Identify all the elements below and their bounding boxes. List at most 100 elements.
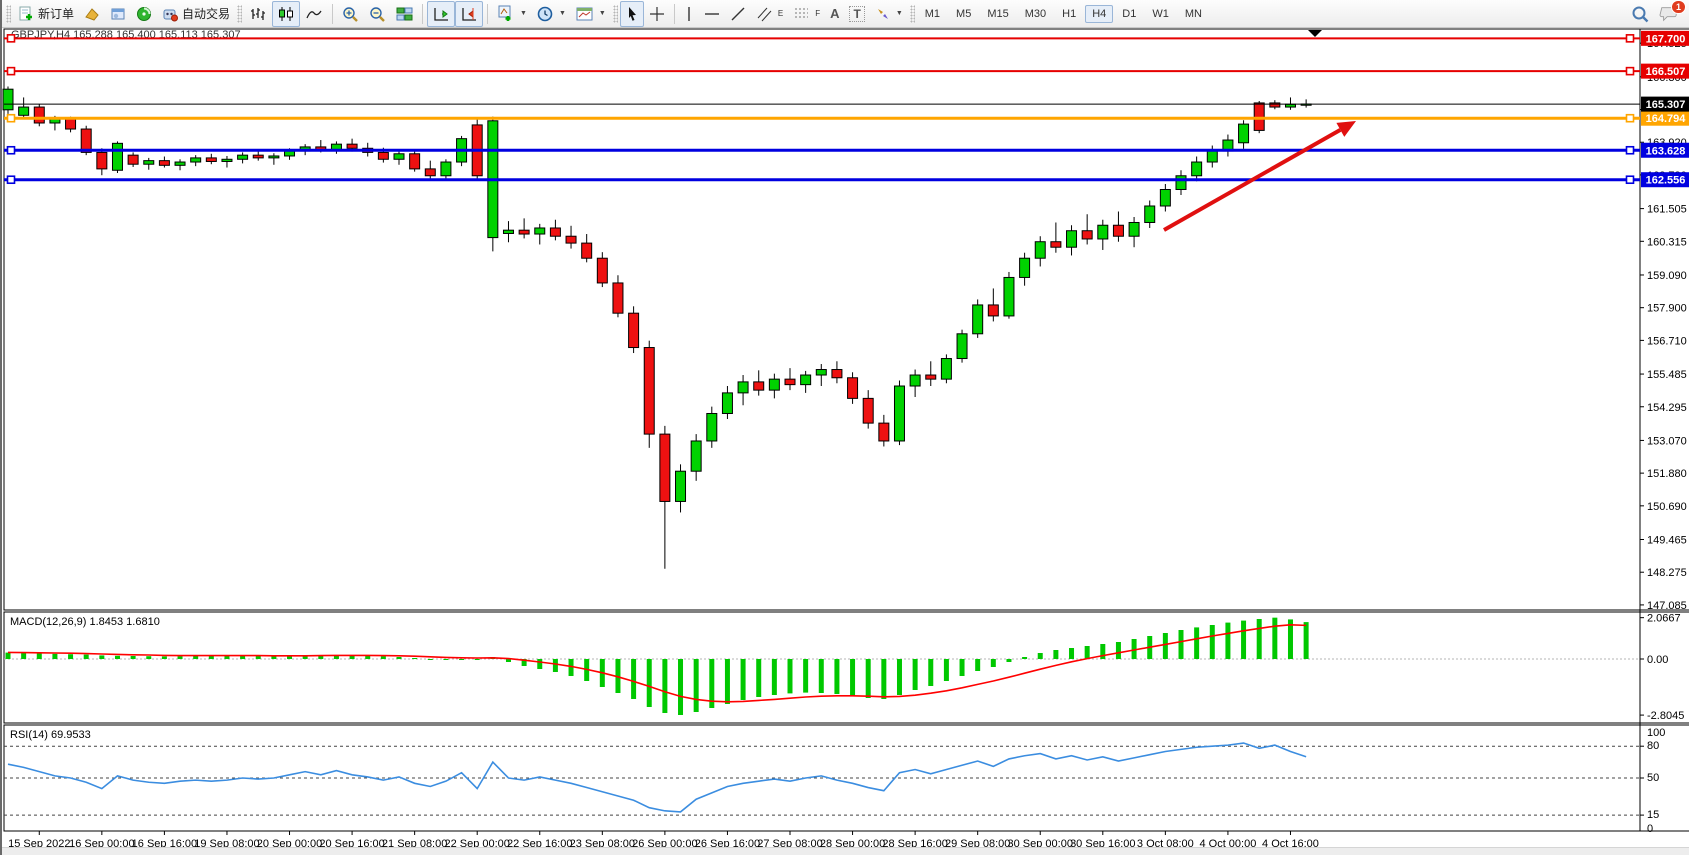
candle <box>644 341 654 448</box>
macd-tick-label: 2.0667 <box>1647 613 1681 625</box>
market-watch-button[interactable] <box>79 1 105 27</box>
macd-bar <box>678 659 683 715</box>
data-window-button[interactable] <box>105 1 131 27</box>
zoom-out-button[interactable] <box>364 1 391 27</box>
line-handle[interactable] <box>8 68 15 75</box>
macd-bar <box>21 653 26 659</box>
arrows-tool-button[interactable]: ▼ <box>870 1 908 27</box>
chart-canvas[interactable]: GBPJPY,H4 165.288 165.400 165.113 165.30… <box>2 28 1689 855</box>
macd-bar <box>52 654 57 659</box>
timeframe-button-w1[interactable]: W1 <box>1145 5 1176 23</box>
notifications-button[interactable]: 1 <box>1659 5 1679 23</box>
macd-bar <box>1179 630 1184 659</box>
macd-bar <box>881 659 886 699</box>
fibonacci-tool-button[interactable]: F <box>788 1 825 27</box>
candle <box>34 104 44 126</box>
line-handle[interactable] <box>1627 115 1634 122</box>
indicators-button[interactable]: ▼ <box>492 1 532 27</box>
horizontal-line-tool-button[interactable] <box>699 1 725 27</box>
crosshair-tool-button[interactable] <box>644 1 670 27</box>
line-handle[interactable] <box>8 35 15 42</box>
periods-button[interactable]: ▼ <box>532 1 571 27</box>
dropdown-caret-icon: ▼ <box>559 10 566 17</box>
horizontal-line-icon <box>704 9 720 19</box>
macd-bar <box>537 659 542 669</box>
candle <box>957 330 967 363</box>
data-window-icon <box>110 6 126 22</box>
market-watch-icon <box>84 6 100 22</box>
timeframe-button-m1[interactable]: M1 <box>918 5 947 23</box>
macd-bar <box>397 657 402 659</box>
dropdown-caret-icon: ▼ <box>896 10 903 17</box>
price-label-text: 166.507 <box>1646 66 1686 78</box>
price-tick-label: 151.880 <box>1647 468 1687 480</box>
bar-chart-type-button[interactable] <box>244 1 272 27</box>
auto-scroll-button[interactable] <box>427 1 455 27</box>
macd-bar <box>99 655 104 659</box>
macd-bar <box>1304 622 1309 659</box>
line-handle[interactable] <box>1627 35 1634 42</box>
clock-icon <box>537 6 554 22</box>
price-tick-label: 159.090 <box>1647 270 1687 282</box>
algo-trading-icon <box>162 6 178 22</box>
macd-bar <box>850 659 855 696</box>
line-handle[interactable] <box>1627 68 1634 75</box>
price-label-text: 162.556 <box>1646 175 1686 187</box>
algo-trading-button[interactable]: 自动交易 <box>157 1 235 27</box>
candlestick-chart-type-button[interactable] <box>272 1 300 27</box>
macd-bar <box>115 656 120 659</box>
line-handle[interactable] <box>1627 147 1634 154</box>
macd-bar <box>193 656 198 659</box>
tile-windows-button[interactable] <box>391 1 418 27</box>
macd-bar <box>897 659 902 695</box>
macd-bar <box>866 659 871 698</box>
macd-bar <box>1116 642 1121 659</box>
navigator-button[interactable] <box>131 1 157 27</box>
text-label-tool-label: T <box>849 6 864 22</box>
search-icon[interactable] <box>1631 5 1649 23</box>
text-tool-label: A <box>830 6 839 21</box>
line-handle[interactable] <box>8 115 15 122</box>
line-handle[interactable] <box>1627 176 1634 183</box>
text-tool-button[interactable]: A <box>825 1 844 27</box>
macd-label: MACD(12,26,9) 1.8453 1.6810 <box>10 616 160 628</box>
line-handle[interactable] <box>8 147 15 154</box>
timeframe-button-m5[interactable]: M5 <box>949 5 978 23</box>
timeframe-button-m30[interactable]: M30 <box>1018 5 1053 23</box>
text-label-tool-button[interactable]: T <box>844 1 869 27</box>
indicators-icon <box>497 5 515 22</box>
macd-pane <box>4 612 1689 723</box>
zoom-in-button[interactable] <box>337 1 364 27</box>
templates-button[interactable]: ▼ <box>571 1 611 27</box>
cursor-tool-button[interactable] <box>620 1 644 27</box>
line-handle[interactable] <box>8 176 15 183</box>
fibo-tag: F <box>815 9 820 18</box>
timeframe-button-mn[interactable]: MN <box>1178 5 1209 23</box>
timeframe-button-h4[interactable]: H4 <box>1085 5 1113 23</box>
timeframe-button-h1[interactable]: H1 <box>1055 5 1083 23</box>
candle <box>894 381 904 446</box>
price-pane <box>4 29 1689 610</box>
rsi-tick-label: 0 <box>1647 823 1653 835</box>
macd-bar <box>1257 619 1262 659</box>
price-tick-label: 155.485 <box>1647 369 1687 381</box>
tile-windows-icon <box>396 6 413 22</box>
toolbar-grip <box>6 5 11 23</box>
equidistant-channel-tool-button[interactable]: E <box>751 1 788 27</box>
price-label-text: 164.794 <box>1646 113 1687 125</box>
line-chart-type-button[interactable] <box>300 1 328 27</box>
toolbar-grip <box>613 5 618 23</box>
timeframe-button-d1[interactable]: D1 <box>1115 5 1143 23</box>
candle <box>488 117 498 252</box>
trendline-tool-button[interactable] <box>725 1 751 27</box>
new-order-button[interactable]: 新订单 <box>13 1 79 27</box>
macd-bar <box>6 653 11 659</box>
macd-bar <box>1038 653 1043 659</box>
price-tick-label: 153.070 <box>1647 435 1687 447</box>
toolbar-separator <box>332 4 333 24</box>
chart-shift-button[interactable] <box>455 1 483 27</box>
chart-shift-icon <box>460 6 478 22</box>
timeframe-button-m15[interactable]: M15 <box>980 5 1015 23</box>
vertical-line-tool-button[interactable] <box>679 1 699 27</box>
macd-bar <box>84 655 89 659</box>
